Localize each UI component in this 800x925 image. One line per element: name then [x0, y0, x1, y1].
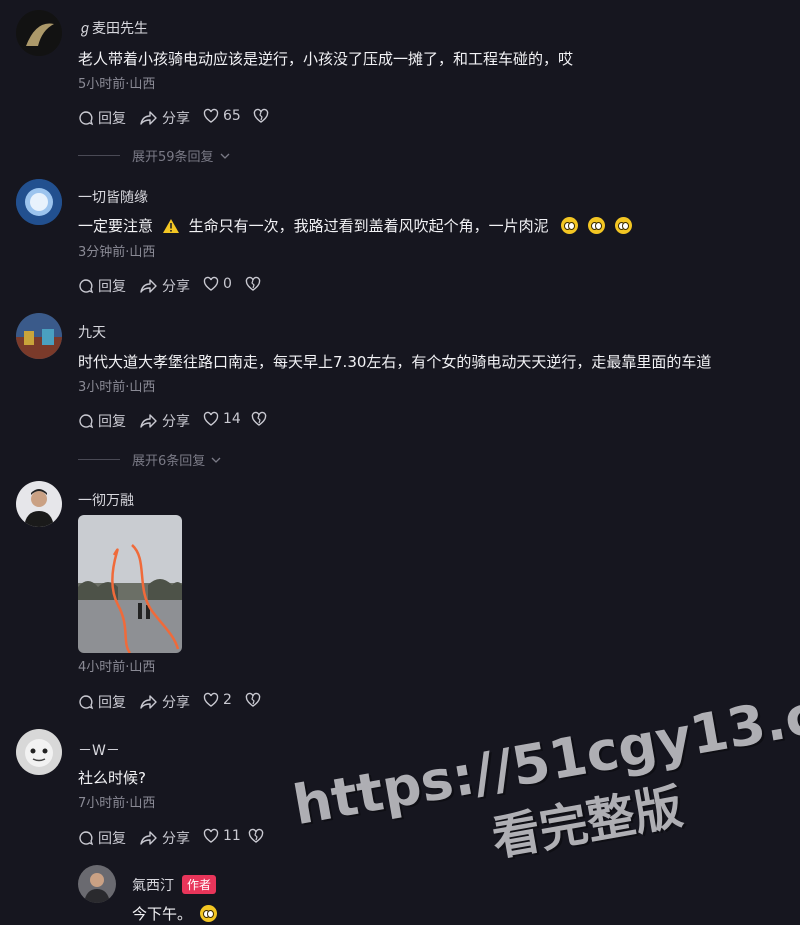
share-button[interactable]: 分享	[140, 276, 190, 296]
comment-text-part: 一定要注意	[78, 217, 154, 235]
divider	[78, 459, 120, 460]
like-button[interactable]: 14	[203, 411, 241, 427]
share-label: 分享	[162, 111, 190, 127]
reply-icon	[79, 279, 94, 294]
reply-button[interactable]: 回复	[78, 828, 126, 848]
like-count: 65	[223, 108, 241, 124]
share-icon	[140, 279, 157, 293]
like-button[interactable]: 2	[203, 692, 232, 708]
warning-icon	[162, 219, 179, 233]
avatar[interactable]	[16, 481, 62, 527]
like-button[interactable]: 0	[203, 276, 232, 292]
comment-text: 时代大道大孝堡往路口南走，每天早上7.30左右，有个女的骑电动天天逆行，走最靠里…	[78, 353, 712, 371]
dislike-button[interactable]	[251, 411, 267, 427]
share-label: 分享	[162, 414, 190, 430]
pleading-emoji-icon	[588, 217, 606, 234]
expand-label: 展开6条回复	[132, 454, 206, 469]
heart-icon	[203, 692, 219, 707]
share-button[interactable]: 分享	[140, 828, 190, 848]
watermark-url: https://51cgy13.com	[288, 666, 800, 838]
reply-label: 回复	[98, 695, 126, 711]
reply-button[interactable]: 回复	[78, 108, 126, 128]
watermark: https://51cgy13.com 看完整版	[289, 667, 800, 902]
avatar[interactable]	[16, 313, 62, 359]
share-button[interactable]: 分享	[140, 411, 190, 431]
comment-meta: 5小时前·山西	[78, 77, 156, 92]
comment-meta: 3小时前·山西	[78, 380, 156, 395]
comment-image[interactable]	[78, 515, 182, 653]
comment-text: 社么时候?	[78, 769, 146, 787]
comment-meta: 7小时前·山西	[78, 796, 156, 811]
share-button[interactable]: 分享	[140, 108, 190, 128]
dislike-button[interactable]	[245, 692, 261, 708]
share-label: 分享	[162, 695, 190, 711]
expand-replies[interactable]: 展开6条回复	[78, 450, 221, 469]
reply-icon	[79, 414, 94, 429]
chevron-down-icon	[211, 457, 221, 463]
comment-text-part: 生命只有一次，我路过看到盖着风吹起个角，一片肉泥	[188, 217, 549, 235]
username: 氣西汀 作者	[132, 875, 217, 895]
broken-heart-icon	[253, 108, 269, 123]
pleading-emoji-icon	[561, 217, 579, 234]
reply-icon	[79, 111, 94, 126]
avatar[interactable]	[78, 865, 116, 903]
avatar[interactable]	[16, 729, 62, 775]
pleading-emoji-icon	[615, 217, 633, 234]
watermark-caption: 看完整版	[487, 778, 687, 868]
reply-icon	[79, 831, 94, 846]
broken-heart-icon	[248, 828, 264, 843]
comment-meta: 4小时前·山西	[78, 660, 156, 675]
reply-label: 回复	[98, 111, 126, 127]
share-label: 分享	[162, 831, 190, 847]
like-count: 0	[223, 276, 232, 292]
reply-text: 今下午。	[132, 903, 218, 924]
like-button[interactable]: 11	[203, 828, 241, 844]
reply-button[interactable]: 回复	[78, 411, 126, 431]
expand-replies[interactable]: 展开59条回复	[78, 146, 230, 165]
reply-username[interactable]: 氣西汀	[132, 878, 174, 894]
like-button[interactable]: 65	[203, 108, 241, 124]
like-count: 2	[223, 692, 232, 708]
avatar[interactable]	[16, 10, 62, 56]
reply-button[interactable]: 回复	[78, 276, 126, 296]
reply-text-content: 今下午。	[132, 905, 193, 923]
heart-icon	[203, 108, 219, 123]
comment-meta: 3分钟前·山西	[78, 245, 156, 260]
username[interactable]: －W－	[78, 740, 120, 760]
dislike-button[interactable]	[248, 828, 264, 844]
divider	[78, 155, 120, 156]
heart-icon	[203, 411, 219, 426]
broken-heart-icon	[251, 411, 267, 426]
expand-label: 展开59条回复	[132, 150, 214, 165]
dislike-button[interactable]	[245, 276, 261, 292]
broken-heart-icon	[245, 276, 261, 291]
username[interactable]: 一彻万融	[78, 490, 134, 510]
username[interactable]: 九天	[78, 322, 106, 342]
comment-text: 老人带着小孩骑电动应该是逆行，小孩没了压成一摊了，和工程车碰的，哎	[78, 50, 574, 68]
chevron-down-icon	[220, 153, 230, 159]
heart-icon	[203, 828, 219, 843]
share-button[interactable]: 分享	[140, 692, 190, 712]
heart-icon	[203, 276, 219, 291]
share-icon	[140, 414, 157, 428]
share-label: 分享	[162, 279, 190, 295]
reply-label: 回复	[98, 414, 126, 430]
username[interactable]: ℊ麦田先生	[78, 18, 148, 38]
like-count: 14	[223, 411, 241, 427]
author-badge: 作者	[182, 875, 217, 894]
dislike-button[interactable]	[253, 108, 269, 124]
reply-icon	[79, 695, 94, 710]
share-icon	[140, 111, 157, 125]
reply-label: 回复	[98, 279, 126, 295]
comment-text: 一定要注意 生命只有一次，我路过看到盖着风吹起个角，一片肉泥	[78, 215, 633, 236]
like-count: 11	[223, 828, 241, 844]
sweat-smile-emoji-icon	[200, 905, 218, 922]
broken-heart-icon	[245, 692, 261, 707]
avatar[interactable]	[16, 179, 62, 225]
reply-button[interactable]: 回复	[78, 692, 126, 712]
reply-label: 回复	[98, 831, 126, 847]
share-icon	[140, 831, 157, 845]
share-icon	[140, 695, 157, 709]
username[interactable]: 一切皆随缘	[78, 187, 148, 207]
